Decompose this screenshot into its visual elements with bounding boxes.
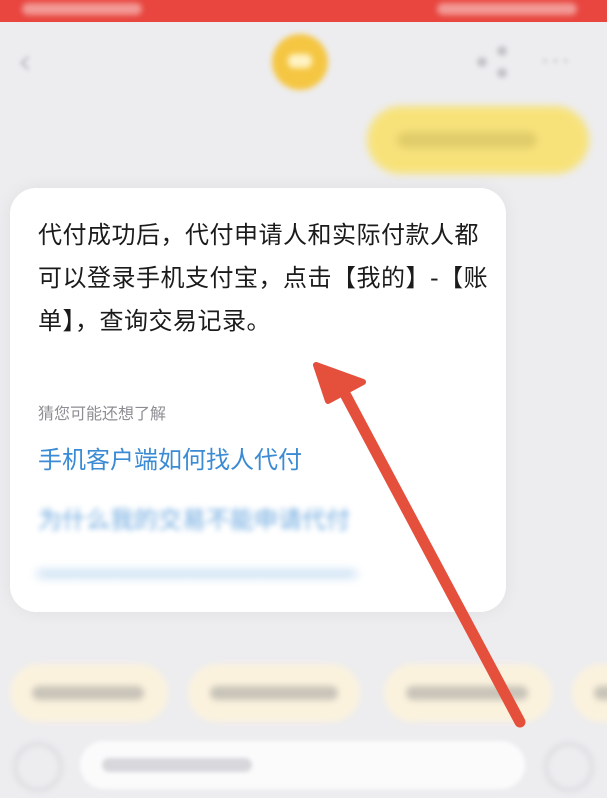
answer-text: 代付成功后，代付申请人和实际付款人都可以登录手机支付宝，点击【我的】-【账单】，… (38, 221, 489, 335)
user-message-bubble (367, 106, 589, 174)
message-input[interactable] (80, 741, 525, 789)
status-bar (0, 0, 607, 22)
more-icon[interactable]: ··· (541, 49, 581, 75)
related-question-link[interactable]: 为什么我的交易不能申请代付 (38, 500, 350, 535)
related-question-link[interactable]: 手机客户端如何找人代付 (38, 440, 302, 475)
input-bar (0, 735, 607, 798)
voice-icon[interactable] (14, 743, 62, 791)
status-bar-right-info (437, 3, 577, 15)
related-question-link[interactable]: ━━━━━━━━━━━━━━━━━━━━━━ (38, 560, 356, 588)
chevron-left-icon[interactable]: ‹ (18, 44, 48, 80)
answer-card: 代付成功后，代付申请人和实际付款人都可以登录手机支付宝，点击【我的】-【账单】，… (10, 188, 506, 612)
quick-reply-chip[interactable] (10, 664, 168, 722)
quick-reply-chips (0, 658, 607, 728)
share-icon[interactable] (475, 44, 511, 80)
plus-icon[interactable] (545, 743, 593, 791)
assistant-avatar (272, 34, 328, 90)
related-questions-label: 猜您可能还想了解 (38, 404, 167, 423)
quick-reply-chip[interactable] (572, 664, 607, 722)
status-bar-left-info (22, 3, 142, 15)
top-navigation: ‹ ··· (0, 22, 607, 102)
quick-reply-chip[interactable] (384, 664, 552, 722)
quick-reply-chip[interactable] (188, 664, 360, 722)
user-message-text (397, 132, 537, 148)
